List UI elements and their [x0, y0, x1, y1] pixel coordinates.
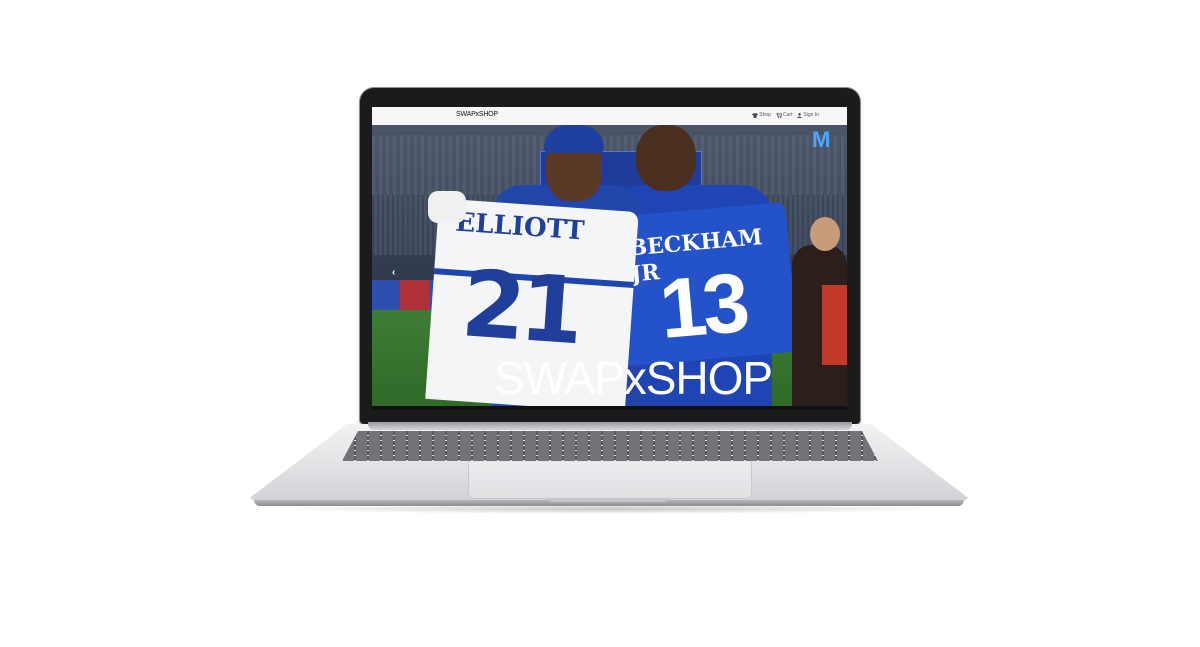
shirt-icon — [752, 112, 759, 118]
bystander-head — [810, 217, 840, 251]
jersey-beckham-number: 13 — [655, 254, 750, 357]
player-left-beanie — [544, 125, 604, 153]
laptop-front-notch — [548, 498, 668, 502]
navbar-links: Shop Cart Sign In — [752, 112, 819, 118]
hero-title: SWAPxSHOP — [494, 352, 773, 404]
laptop-hinge — [368, 422, 852, 430]
cart-icon — [775, 112, 782, 118]
bystander-jacket — [822, 285, 847, 365]
laptop-mockup: SWAPxSHOP Shop Cart Sign In M BECKHAM JR… — [0, 0, 1200, 647]
stadium-sign: M — [812, 127, 831, 152]
jersey-elliott-number: 21 — [458, 250, 582, 366]
nav-link-shop-label: Shop — [759, 112, 771, 118]
site-navbar: SWAPxSHOP Shop Cart Sign In — [372, 107, 847, 125]
nav-link-cart[interactable]: Cart — [775, 112, 793, 118]
laptop-keyboard — [342, 431, 878, 461]
white-glove — [428, 191, 466, 223]
laptop-screen: SWAPxSHOP Shop Cart Sign In M BECKHAM JR… — [372, 107, 847, 406]
bystander — [792, 217, 847, 406]
nav-link-cart-label: Cart — [782, 112, 793, 118]
player-right-head — [636, 125, 696, 191]
user-icon — [797, 112, 803, 118]
nav-link-shop[interactable]: Shop — [752, 112, 771, 118]
laptop-trackpad — [468, 462, 752, 499]
screen-bezel-bottom — [372, 406, 847, 410]
sideline-wall-red — [400, 280, 430, 310]
carousel-prev-arrow[interactable]: ‹ — [392, 267, 395, 278]
navbar-brand[interactable]: SWAPxSHOP — [456, 111, 498, 118]
nav-link-signin[interactable]: Sign In — [797, 112, 819, 118]
jersey-elliott-name: ELLIOTT — [454, 207, 586, 247]
nav-link-signin-label: Sign In — [803, 112, 819, 118]
jersey-beckham: BECKHAM JR 13 — [615, 201, 799, 367]
